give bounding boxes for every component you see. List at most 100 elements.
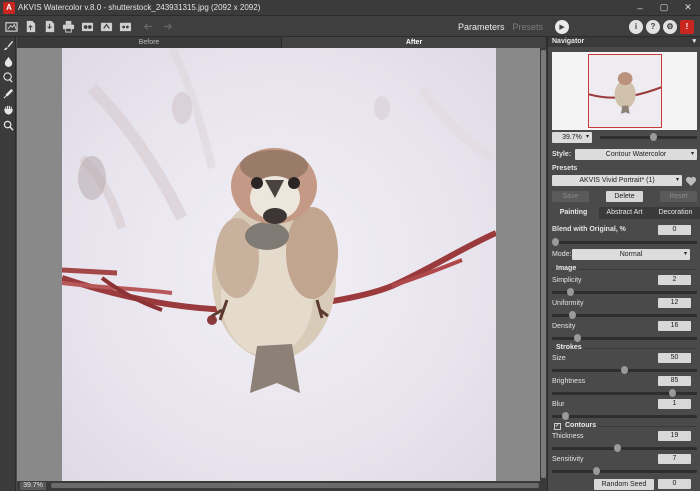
save-file-button[interactable] <box>41 18 57 34</box>
eyedropper-tool[interactable] <box>0 85 16 101</box>
akvis-button[interactable]: ! <box>680 19 694 34</box>
tab-presets[interactable]: Presets <box>513 22 544 32</box>
settings-button[interactable]: ⚙ <box>663 19 677 34</box>
uniformity-slider[interactable] <box>552 311 697 319</box>
favorite-heart-icon[interactable] <box>685 175 697 187</box>
blend-value-field[interactable]: 0 <box>658 225 691 235</box>
blur-slider[interactable] <box>552 412 697 420</box>
scroll-thumb[interactable] <box>541 50 546 478</box>
size-value-field[interactable]: 50 <box>658 353 691 363</box>
close-button[interactable]: ✕ <box>676 0 700 16</box>
run-button[interactable]: ▶ <box>555 19 570 34</box>
tab-decoration[interactable]: Decoration <box>650 207 700 219</box>
minimize-button[interactable]: – <box>628 0 652 16</box>
density-value-field[interactable]: 16 <box>658 321 691 331</box>
navigator-viewport[interactable] <box>588 54 662 128</box>
hand-tool[interactable] <box>0 101 16 117</box>
sensitivity-slider[interactable] <box>552 467 697 475</box>
navigator-preview[interactable] <box>552 52 697 130</box>
main-toolbar: Parameters Presets ▶ i ? ⚙ ! <box>0 16 700 37</box>
print-button[interactable] <box>60 18 76 34</box>
info-button[interactable]: i <box>629 19 643 34</box>
brightness-value-field[interactable]: 85 <box>658 376 691 386</box>
save-file-icon <box>45 20 54 32</box>
tab-before[interactable]: Before <box>17 37 282 48</box>
density-slider-knob[interactable] <box>574 334 582 342</box>
simplicity-value-field[interactable]: 2 <box>658 275 691 285</box>
tab-abstract-art[interactable]: Abstract Art <box>599 207 650 219</box>
size-slider-knob[interactable] <box>621 366 628 374</box>
batch-icon <box>81 22 93 31</box>
blend-slider-knob[interactable] <box>552 238 559 246</box>
status-bar: 39.7% <box>17 481 547 491</box>
brightness-slider-knob[interactable] <box>669 389 677 397</box>
canvas-vertical-scrollbar[interactable] <box>540 48 547 481</box>
simplicity-slider-knob[interactable] <box>567 288 575 296</box>
chevron-down-icon: ▾ <box>675 177 679 183</box>
mode-dropdown[interactable]: Normal ▾ <box>572 249 690 260</box>
batch-button[interactable] <box>79 18 95 34</box>
maximize-button[interactable]: ▢ <box>652 0 676 16</box>
play-icon: ▶ <box>559 23 565 31</box>
chevron-down-icon: ▾ <box>690 151 694 157</box>
contours-checkbox[interactable]: ✓ <box>554 423 561 430</box>
thickness-label: Thickness <box>552 433 584 440</box>
density-slider[interactable] <box>552 334 697 342</box>
chevron-down-icon: ▾ <box>692 38 696 45</box>
undo-button[interactable] <box>140 18 156 34</box>
zoom-slider-knob[interactable] <box>649 133 657 141</box>
eraser-tool[interactable] <box>0 69 16 85</box>
tab-parameters[interactable]: Parameters <box>458 22 505 32</box>
app-window: A AKVIS Watercolor v.8.0 - shutterstock_… <box>0 0 700 491</box>
sensitivity-slider-knob[interactable] <box>593 467 601 475</box>
tab-painting[interactable]: Painting <box>548 207 599 219</box>
zoom-slider[interactable] <box>600 133 697 141</box>
help-button[interactable]: ? <box>646 19 660 34</box>
undo-arrow-icon <box>143 22 152 30</box>
thickness-value-field[interactable]: 19 <box>658 431 691 441</box>
redo-button[interactable] <box>159 18 175 34</box>
brightness-slider[interactable] <box>552 389 697 397</box>
plugins-button[interactable] <box>117 18 133 34</box>
drop-tool[interactable] <box>0 53 16 69</box>
blur-value-field[interactable]: 1 <box>658 399 691 409</box>
random-seed-value-field[interactable]: 0 <box>658 479 691 489</box>
plugins-icon <box>119 22 131 31</box>
uniformity-value-field[interactable]: 12 <box>658 298 691 308</box>
zoom-tool[interactable] <box>0 117 16 133</box>
blur-label: Blur <box>552 401 565 408</box>
sparrow-painting <box>62 48 496 481</box>
redo-arrow-icon <box>163 22 172 30</box>
thickness-slider-knob[interactable] <box>614 444 622 452</box>
canvas-area[interactable] <box>17 48 547 481</box>
canvas-horizontal-scrollbar[interactable] <box>51 483 539 488</box>
tab-after[interactable]: After <box>282 37 547 48</box>
settings-panel: Navigator ▾ 39.7% ▾ Style: Contour Waterc… <box>547 37 700 491</box>
random-seed-button[interactable]: Random Seed <box>594 479 654 490</box>
home-button[interactable] <box>3 18 19 34</box>
thickness-slider[interactable] <box>552 444 697 452</box>
save-preset-button[interactable]: Save <box>552 191 589 202</box>
reset-preset-button[interactable]: Reset <box>660 191 697 202</box>
blur-slider-knob[interactable] <box>561 412 569 420</box>
open-file-button[interactable] <box>22 18 38 34</box>
style-dropdown[interactable]: Contour Watercolor ▾ <box>575 149 697 160</box>
painted-image[interactable] <box>62 48 496 481</box>
zoom-dropdown[interactable]: 39.7% ▾ <box>552 132 592 143</box>
eyedropper-icon <box>3 88 13 98</box>
navigator-header[interactable]: Navigator ▾ <box>548 37 700 47</box>
zoom-value: 39.7% <box>562 134 582 141</box>
simplicity-slider[interactable] <box>552 288 697 296</box>
blend-slider[interactable] <box>552 238 697 246</box>
uniformity-slider-knob[interactable] <box>568 311 576 319</box>
sensitivity-value-field[interactable]: 7 <box>658 454 691 464</box>
preset-dropdown[interactable]: AKVIS Vivid Portrait* (1) ▾ <box>552 175 682 186</box>
size-label: Size <box>552 355 566 362</box>
water-drop-icon <box>4 56 12 67</box>
printer-icon <box>62 20 74 33</box>
size-slider[interactable] <box>552 366 697 374</box>
brush-tool[interactable] <box>0 37 16 53</box>
share-button[interactable] <box>98 18 114 34</box>
delete-preset-button[interactable]: Delete <box>606 191 643 202</box>
tools-panel <box>0 37 16 491</box>
